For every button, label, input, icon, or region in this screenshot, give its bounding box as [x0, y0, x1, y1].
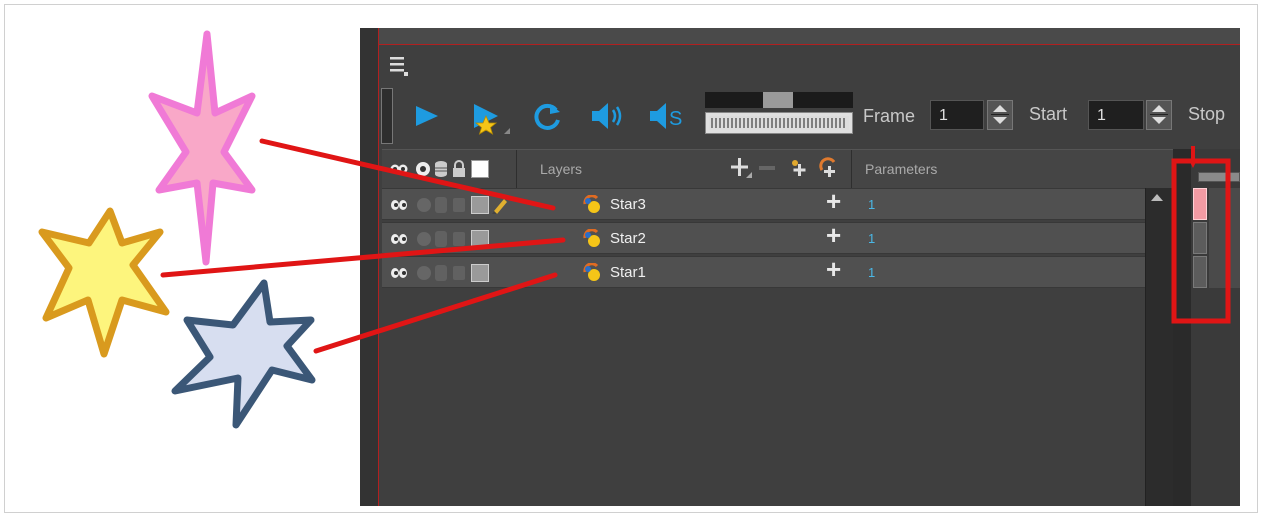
pink-star-icon: [148, 30, 256, 266]
callout-highlight-box: [1171, 158, 1231, 324]
blue-star-icon: [171, 279, 316, 429]
callout-overlay: [38, 30, 1231, 429]
yellow-star-icon: [38, 207, 170, 358]
callout-line-star2: [160, 237, 566, 278]
callout-line-star1: [313, 272, 558, 354]
callout-line-star3: [259, 138, 556, 211]
